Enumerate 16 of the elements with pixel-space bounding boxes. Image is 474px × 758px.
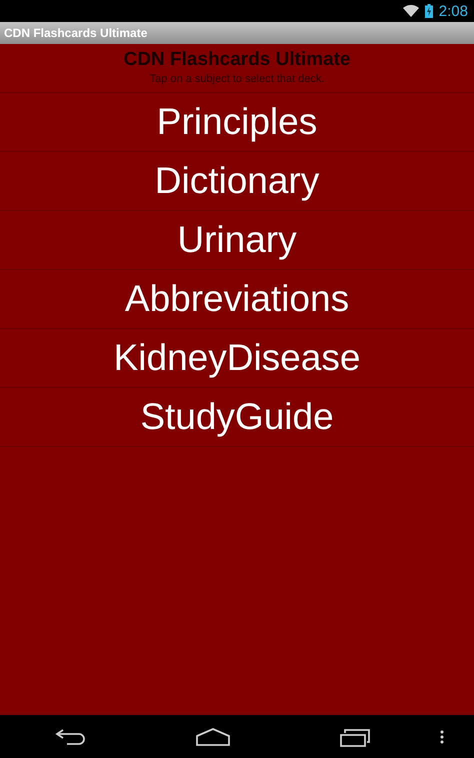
recent-apps-icon[interactable] [339,726,371,746]
subject-button[interactable]: StudyGuide [0,388,474,447]
subject-button[interactable]: Dictionary [0,152,474,211]
subject-button[interactable]: Principles [0,93,474,152]
more-icon[interactable] [440,730,444,744]
back-icon[interactable] [55,728,87,746]
home-icon[interactable] [196,728,230,746]
clock: 2:08 [438,2,468,20]
window-title: CDN Flashcards Ultimate [4,26,148,40]
subject-button[interactable]: Abbreviations [0,270,474,329]
wifi-icon [402,5,419,17]
instruction-text: Tap on a subject to select that deck. [150,73,324,85]
app-heading: CDN Flashcards Ultimate [123,49,350,71]
subject-button[interactable]: Urinary [0,211,474,270]
subject-button[interactable]: KidneyDisease [0,329,474,388]
battery-icon [424,4,433,18]
